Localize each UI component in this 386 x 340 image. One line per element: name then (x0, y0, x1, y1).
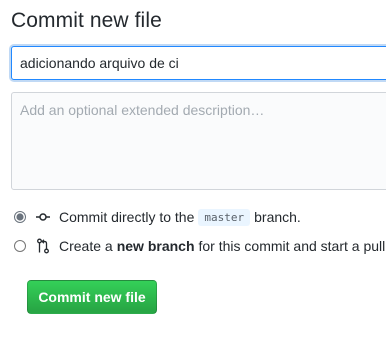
branch-name-code: master (198, 208, 251, 226)
create-branch-suffix: for this commit and start a pull (198, 238, 386, 254)
create-branch-radio[interactable] (14, 240, 26, 252)
page-title: Commit new file (11, 9, 162, 32)
git-pull-request-icon (36, 238, 50, 254)
commit-directly-text: Commit directly to the (59, 209, 195, 225)
git-commit-icon (36, 209, 50, 225)
extended-description-textarea[interactable] (11, 92, 386, 190)
commit-directly-radio[interactable] (14, 211, 26, 223)
commit-directly-suffix: branch. (254, 209, 301, 225)
commit-summary-input[interactable] (11, 46, 386, 80)
create-branch-label: Create a new branch for this commit and … (59, 238, 385, 254)
new-branch-emphasis: new branch (116, 238, 195, 254)
commit-directly-option[interactable]: Commit directly to the master branch. (14, 208, 301, 226)
commit-new-file-button[interactable]: Commit new file (27, 280, 157, 314)
create-branch-text: Create a (59, 238, 113, 254)
commit-directly-label: Commit directly to the master branch. (59, 208, 301, 226)
create-branch-option[interactable]: Create a new branch for this commit and … (14, 237, 385, 255)
